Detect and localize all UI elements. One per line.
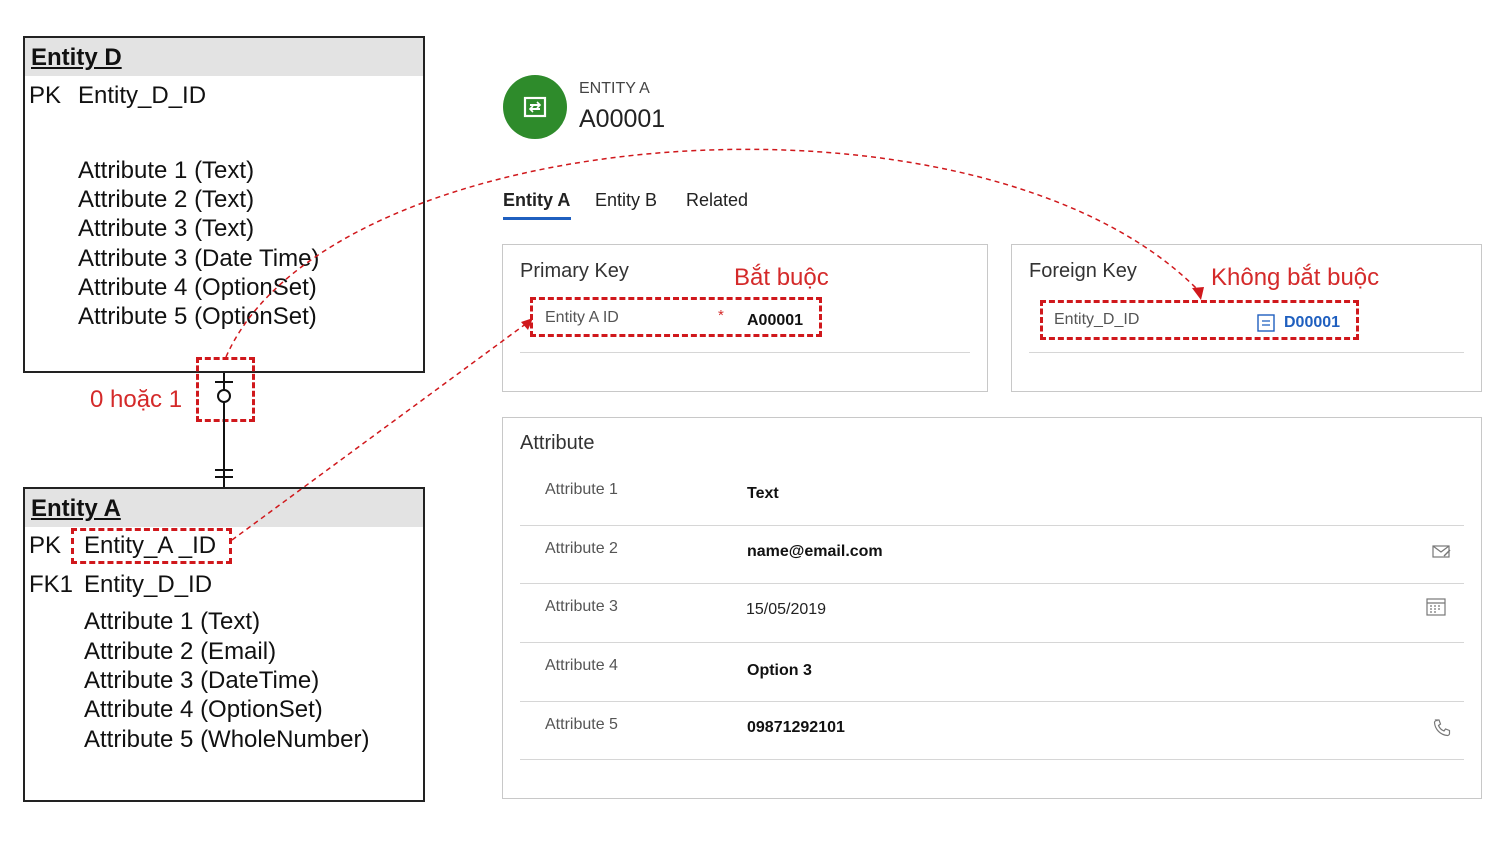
entity-a-fk-label: FK1	[29, 571, 74, 598]
divider	[520, 352, 970, 353]
entity-d-id-label: Entity_D_ID	[1054, 311, 1140, 328]
entity-a-attribute: Attribute 2 (Email)	[84, 638, 277, 665]
entity-d-attribute: Attribute 3 (Text)	[78, 215, 255, 242]
entity-a-attribute: Attribute 3 (DateTime)	[84, 667, 320, 694]
entity-a-pk-label: PK	[29, 532, 62, 559]
email-icon[interactable]	[1432, 544, 1452, 565]
optional-note: Không bắt buộc	[1211, 264, 1380, 291]
required-note: Bắt buộc	[734, 264, 829, 291]
entity-d-attribute: Attribute 2 (Text)	[78, 186, 255, 213]
foreign-key-title: Foreign Key	[1029, 260, 1137, 282]
entity-d-attribute: Attribute 5 (OptionSet)	[78, 303, 317, 330]
record-entity-label: ENTITY A	[579, 80, 650, 97]
phone-icon[interactable]	[1432, 718, 1452, 743]
divider	[520, 642, 1464, 643]
divider	[520, 583, 1464, 584]
tab-entity-b[interactable]: Entity B	[595, 190, 657, 211]
tab-active-underline	[503, 217, 571, 220]
entity-a-fk-field: Entity_D_ID	[84, 571, 213, 598]
entity-d-title: Entity D	[25, 38, 423, 76]
attribute-1-field[interactable]: Text	[747, 485, 779, 503]
record-avatar	[503, 75, 567, 139]
attribute-section-title: Attribute	[520, 432, 595, 454]
attribute-1-label: Attribute 1	[545, 481, 618, 498]
entity-d-lookup-link[interactable]: D00001	[1284, 314, 1340, 332]
tab-entity-a[interactable]: Entity A	[503, 190, 570, 211]
entity-a-id-label: Entity A ID	[545, 309, 619, 326]
entity-a-title: Entity A	[25, 489, 423, 527]
tab-related[interactable]: Related	[686, 190, 748, 211]
primary-key-title: Primary Key	[520, 260, 629, 282]
attribute-card	[502, 417, 1482, 799]
attribute-4-label: Attribute 4	[545, 657, 618, 674]
entity-d-pk-label: PK	[29, 82, 62, 109]
attribute-2-email-field[interactable]: name@email.com	[747, 543, 883, 561]
cardinality-highlight	[196, 357, 255, 422]
entity-a-attribute: Attribute 1 (Text)	[84, 608, 261, 635]
entity-d-pk-field: Entity_D_ID	[78, 82, 207, 109]
attribute-2-label: Attribute 2	[545, 540, 618, 557]
attribute-5-phone-field[interactable]: 09871292101	[747, 719, 845, 737]
entity-a-attribute: Attribute 5 (WholeNumber)	[84, 726, 370, 753]
divider	[520, 759, 1464, 760]
record-id: A00001	[579, 105, 666, 133]
attribute-5-label: Attribute 5	[545, 716, 618, 733]
divider	[1029, 352, 1464, 353]
attribute-3-label: Attribute 3	[545, 598, 618, 615]
required-asterisk: *	[718, 307, 724, 324]
entity-icon	[523, 96, 547, 118]
relationship-cardinality-label: 0 hoặc 1	[90, 386, 183, 413]
calendar-icon[interactable]	[1426, 597, 1446, 621]
attribute-4-option-field[interactable]: Option 3	[747, 662, 812, 680]
attribute-3-date-field[interactable]: 15/05/2019	[746, 601, 826, 619]
divider	[520, 701, 1464, 702]
entity-d-attribute: Attribute 3 (Date Time)	[78, 245, 320, 272]
pk-highlight	[71, 528, 232, 564]
lookup-record-icon	[1257, 314, 1275, 337]
entity-a-id-field[interactable]: A00001	[747, 312, 803, 330]
entity-d-attribute: Attribute 4 (OptionSet)	[78, 274, 317, 301]
entity-d-attribute: Attribute 1 (Text)	[78, 157, 255, 184]
divider	[520, 525, 1464, 526]
entity-a-attribute: Attribute 4 (OptionSet)	[84, 696, 323, 723]
